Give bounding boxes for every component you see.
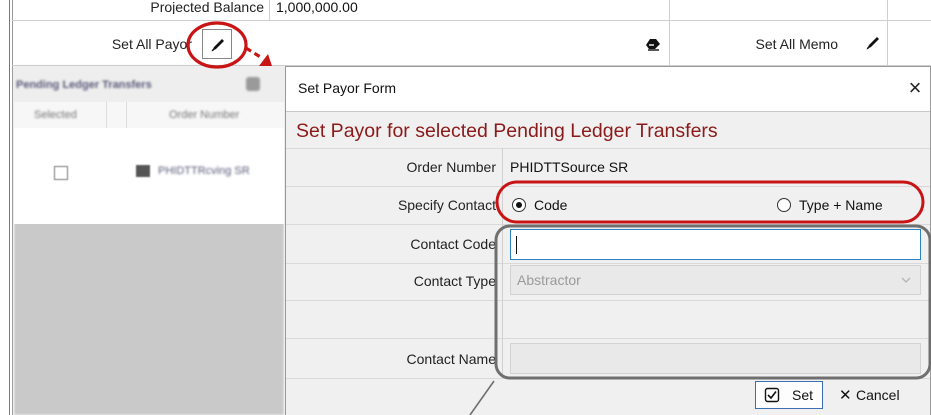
col-divider [269,0,270,20]
set-button-label: Set [792,387,814,403]
form-border-inner [12,0,13,415]
dialog-title: Set Payor Form [298,80,397,96]
contact-code-label: Contact Code [410,236,496,252]
col-divider [887,0,888,66]
order-number-value: PHIDTTSource SR [510,159,629,175]
row-divider [286,186,930,187]
cancel-button[interactable]: ✕ Cancel [833,381,919,409]
col-divider [106,102,107,128]
set-all-payor-label: Set All Payor [111,36,192,52]
column-divider [502,148,503,378]
radio-button[interactable] [512,198,526,212]
pending-ledger-columns: Selected Order Number [14,102,284,129]
projected-balance-value: 1,000,000.00 [276,2,358,14]
row-divider [12,20,931,21]
projected-balance-label: Projected Balance [150,2,264,14]
radio-type-name[interactable]: Type + Name [777,196,907,214]
dialog-titlebar: Set Payor Form × [286,67,930,111]
close-button[interactable]: × [904,75,926,101]
table-row[interactable]: PHIDTTRcving SR [14,128,284,224]
radio-code-label: Code [534,197,568,213]
document-icon [136,165,150,177]
eraser-icon[interactable] [645,37,661,51]
column-header-selected: Selected [34,109,77,121]
order-number-label: Order Number [406,159,496,175]
pending-ledger-title: Pending Ledger Transfers [16,79,152,91]
contact-type-value: Abstractor [517,272,581,288]
row-order-number: PHIDTTRcving SR [158,165,250,177]
row-divider [286,148,930,149]
contact-name-label: Contact Name [406,351,496,367]
contact-type-select[interactable]: Abstractor [510,265,921,295]
form-border-left [9,0,10,415]
column-header-order-number: Order Number [169,109,240,121]
contact-type-label: Contact Type [413,273,496,289]
radio-type-name-label: Type + Name [799,197,883,213]
set-all-payor-button[interactable] [202,29,232,59]
specify-contact-label: Specify Contact [397,197,496,213]
pending-ledger-header: Pending Ledger Transfers [14,66,284,102]
refresh-icon[interactable] [246,77,260,91]
row-divider [286,300,930,301]
close-icon: ✕ [839,387,852,404]
checkbox-check-icon [764,387,780,403]
row-divider [286,263,930,264]
col-divider [669,0,670,66]
radio-selected-dot [516,202,522,208]
row-select-checkbox[interactable] [54,166,68,180]
contact-name-input[interactable] [510,343,921,374]
contact-code-input[interactable] [510,229,921,260]
radio-button[interactable] [777,198,791,212]
set-all-memo-label: Set All Memo [755,36,838,52]
set-button[interactable]: Set [755,381,823,409]
row-divider [286,224,930,225]
cancel-button-label: Cancel [856,387,900,403]
pencil-icon [211,39,224,52]
col-divider [126,102,127,128]
row-divider [286,378,930,379]
form-header: Set Payor for selected Pending Ledger Tr… [296,120,718,142]
pencil-icon[interactable] [864,34,882,52]
row-divider [286,338,930,339]
set-payor-dialog: Set Payor Form × Set Payor for selected … [285,66,931,415]
text-cursor [516,236,517,254]
chevron-down-icon [901,277,911,283]
